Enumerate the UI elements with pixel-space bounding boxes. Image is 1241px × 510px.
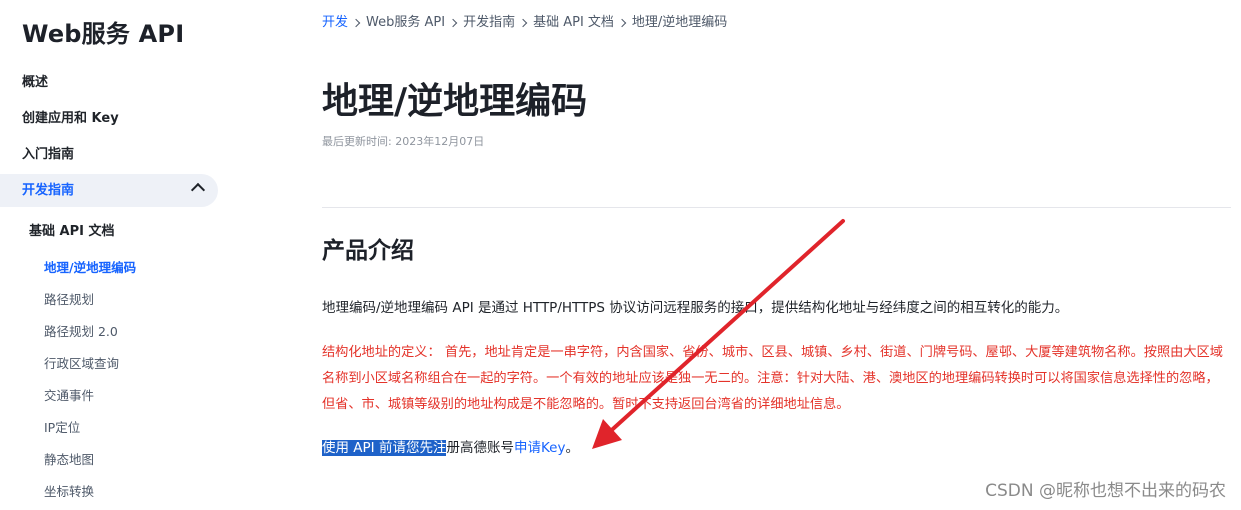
sidebar-subitem-route-planning-2[interactable]: 路径规划 2.0 bbox=[44, 322, 118, 342]
sidebar-subitem-geocoding[interactable]: 地理/逆地理编码 bbox=[44, 258, 136, 278]
sidebar-item-getting-started[interactable]: 入门指南 bbox=[22, 145, 74, 165]
sidebar-item-dev-guide[interactable]: 开发指南 bbox=[0, 174, 218, 207]
breadcrumb-item-dev[interactable]: 开发 bbox=[322, 13, 348, 33]
divider bbox=[322, 207, 1231, 208]
watermark: CSDN @昵称也想不出来的码农 bbox=[985, 481, 1226, 501]
apply-key-link[interactable]: 申请Key bbox=[514, 440, 565, 456]
last-updated: 最后更新时间: 2023年12月07日 bbox=[322, 135, 485, 148]
sidebar-subitem-static-map[interactable]: 静态地图 bbox=[44, 450, 94, 470]
brand-title[interactable]: Web服务 API bbox=[22, 14, 184, 49]
sidebar-subitem-route-planning[interactable]: 路径规划 bbox=[44, 290, 94, 310]
sidebar-item-overview[interactable]: 概述 bbox=[22, 73, 48, 93]
chevron-up-icon[interactable] bbox=[190, 182, 206, 198]
breadcrumb-item-basic-api[interactable]: 基础 API 文档 bbox=[533, 13, 614, 33]
chevron-right-icon bbox=[351, 18, 361, 28]
chevron-right-icon bbox=[448, 18, 458, 28]
sidebar-subitem-traffic-events[interactable]: 交通事件 bbox=[44, 386, 94, 406]
key-notice: 使用 API 前请您先注册高德账号申请Key。 bbox=[322, 435, 579, 461]
sidebar-item-label: 开发指南 bbox=[22, 183, 75, 198]
sidebar-subitem-ip-location[interactable]: IP定位 bbox=[44, 418, 80, 438]
sidebar: Web服务 API 概述 创建应用和 Key 入门指南 开发指南 基础 API … bbox=[0, 0, 230, 510]
breadcrumb: 开发 Web服务 API 开发指南 基础 API 文档 地理/逆地理编码 bbox=[322, 13, 727, 33]
sidebar-subitem-district-query[interactable]: 行政区域查询 bbox=[44, 354, 119, 374]
sidebar-item-create-app-key[interactable]: 创建应用和 Key bbox=[22, 109, 119, 129]
section-title: 产品介绍 bbox=[322, 238, 414, 264]
key-notice-text: 册高德账号 bbox=[446, 440, 514, 456]
breadcrumb-item-current: 地理/逆地理编码 bbox=[631, 15, 728, 30]
sidebar-group-basic-api[interactable]: 基础 API 文档 bbox=[29, 222, 114, 242]
chevron-right-icon bbox=[617, 18, 627, 28]
key-notice-end: 。 bbox=[565, 440, 579, 456]
breadcrumb-item-web-api[interactable]: Web服务 API bbox=[366, 13, 445, 33]
page-title: 地理/逆地理编码 bbox=[322, 81, 588, 122]
breadcrumb-item-dev-guide[interactable]: 开发指南 bbox=[463, 13, 515, 33]
intro-paragraph: 地理编码/逆地理编码 API 是通过 HTTP/HTTPS 协议访问远程服务的接… bbox=[322, 300, 1069, 316]
sidebar-subitem-coord-convert[interactable]: 坐标转换 bbox=[44, 482, 94, 502]
selected-text: 使用 API 前请您先注 bbox=[322, 440, 447, 456]
definition-paragraph: 结构化地址的定义： 首先，地址肯定是一串字符，内含国家、省份、城市、区县、城镇、… bbox=[322, 345, 1223, 412]
chevron-right-icon bbox=[518, 18, 528, 28]
